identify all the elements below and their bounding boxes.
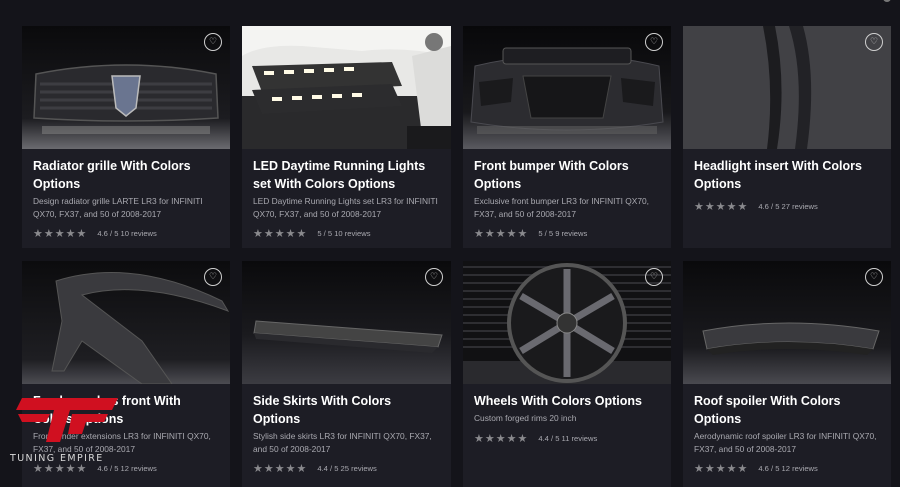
product-image-front-bumper[interactable]: ♡	[463, 26, 671, 149]
brand-name: TUNING EMPIRE	[10, 453, 104, 464]
star-rating-icon: ★★★★★	[33, 227, 88, 240]
product-rating: ★★★★★ 5 / 5 9 reviews	[474, 227, 660, 240]
product-title[interactable]: Roof spoiler With Colors Options	[694, 392, 880, 428]
product-title[interactable]: Radiator grille With Colors Options	[33, 157, 219, 193]
rating-text: 4.6 / 5 12 reviews	[758, 464, 818, 473]
product-description: Design radiator grille LARTE LR3 for INF…	[33, 196, 203, 219]
rating-text: 4.4 / 5 11 reviews	[538, 433, 598, 443]
product-image-wheels[interactable]: ♡	[463, 261, 671, 384]
heart-icon[interactable]: ♡	[204, 268, 222, 286]
product-card[interactable]: ♡ Wheels With Colors Options Custom forg…	[463, 261, 671, 487]
product-title[interactable]: Side Skirts With Colors Options	[253, 392, 440, 428]
product-rating: ★★★★★ 4.6 / 5 27 reviews	[694, 200, 880, 213]
product-description: Stylish side skirts LR3 for INFINITI QX7…	[253, 431, 432, 454]
star-rating-icon: ★★★★★	[253, 462, 308, 475]
rating-text: 5 / 5 9 reviews	[538, 229, 588, 238]
product-description: Custom forged rims 20 inch	[474, 413, 577, 423]
product-card[interactable]: ♡ Roof spoiler With Colors Options Aerod…	[683, 261, 891, 487]
star-rating-icon: ★★★★★	[694, 200, 749, 213]
product-description: LED Daytime Running Lights set LR3 for I…	[253, 196, 438, 219]
heart-icon[interactable]: ♡	[865, 268, 883, 286]
product-title[interactable]: Front bumper With Colors Options	[474, 157, 660, 193]
heart-icon[interactable]: ♡	[425, 33, 443, 51]
product-image-radiator-grille[interactable]: ♡	[22, 26, 230, 149]
product-card[interactable]: ♡ Side Skirts With Colors Options Stylis…	[242, 261, 451, 487]
rating-text: 4.6 / 5 10 reviews	[97, 229, 157, 238]
product-image-headlight-insert[interactable]: ♡	[683, 26, 891, 149]
star-rating-icon: ★★★★★	[474, 227, 529, 240]
product-image-fender-arches[interactable]: ♡	[22, 261, 230, 384]
product-image-side-skirts[interactable]: ♡	[242, 261, 451, 384]
heart-icon[interactable]: ♡	[645, 268, 663, 286]
product-card[interactable]: ♡ Front bumper With Colors Options Exclu…	[463, 26, 671, 248]
star-rating-icon: ★★★★★	[253, 227, 308, 240]
product-rating: ★★★★★ 4.6 / 5 12 reviews	[694, 462, 880, 475]
product-rating: ★★★★★ 4.4 / 5 25 reviews	[253, 462, 440, 475]
heart-icon[interactable]: ♡	[865, 33, 883, 51]
product-rating: ★★★★★ 5 / 5 10 reviews	[253, 227, 440, 240]
product-description: Aerodynamic roof spoiler LR3 for INFINIT…	[694, 431, 877, 454]
rating-text: 4.4 / 5 25 reviews	[317, 464, 377, 473]
rating-text: 4.6 / 5 27 reviews	[758, 202, 818, 211]
heart-icon[interactable]: ♡	[645, 33, 663, 51]
product-card[interactable]: ♡ LED Daytime Running Lights set With Co…	[242, 26, 451, 248]
product-description: Exclusive front bumper LR3 for INFINITI …	[474, 196, 650, 219]
product-card[interactable]: ♡ Radiator grille With Colors Options De…	[22, 26, 230, 248]
scroll-indicator	[883, 0, 891, 2]
product-rating: ★★★★★ 4.6 / 5 10 reviews	[33, 227, 219, 240]
product-image-led-drl[interactable]: ♡	[242, 26, 451, 149]
product-grid: ♡ Radiator grille With Colors Options De…	[22, 26, 891, 487]
tuning-empire-logo: TUNING EMPIRE	[0, 390, 135, 486]
product-title[interactable]: Headlight insert With Colors Options	[694, 157, 880, 193]
heart-icon[interactable]: ♡	[204, 33, 222, 51]
star-rating-icon: ★★★★★	[694, 462, 749, 475]
rating-text: 5 / 5 10 reviews	[317, 229, 371, 238]
heart-icon[interactable]: ♡	[425, 268, 443, 286]
star-rating-icon: ★★★★★	[474, 431, 529, 445]
product-rating: ★★★★★ 4.4 / 5 11 reviews	[474, 432, 660, 445]
product-image-roof-spoiler[interactable]: ♡	[683, 261, 891, 384]
product-card[interactable]: ♡ Headlight insert With Colors Options ★…	[683, 26, 891, 248]
product-title[interactable]: Wheels With Colors Options	[474, 392, 660, 410]
product-title[interactable]: LED Daytime Running Lights set With Colo…	[253, 157, 440, 193]
